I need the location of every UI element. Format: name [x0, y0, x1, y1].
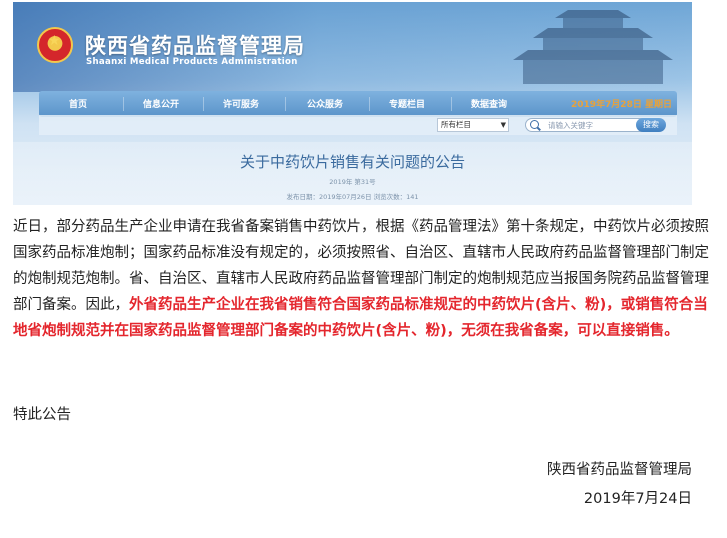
nav-divider — [369, 97, 370, 111]
nav-divider — [123, 97, 124, 111]
nav-public-service[interactable]: 公众服务 — [307, 97, 343, 110]
column-select-value: 所有栏目 — [441, 120, 471, 129]
nav-data-query[interactable]: 数据查询 — [471, 97, 507, 110]
notice-text: 特此公告 — [13, 407, 71, 423]
nav-divider — [285, 97, 286, 111]
national-emblem-icon — [37, 27, 73, 63]
signature-date: 2019年7月24日 — [583, 491, 692, 507]
nav-home[interactable]: 首页 — [69, 97, 87, 110]
article-body: 近日，部分药品生产企业申请在我省备案销售中药饮片，根据《药品管理法》第十条规定，… — [13, 214, 710, 344]
article-meta: 发布日期：2019年07月26日 浏览次数：141 — [286, 193, 419, 201]
search-icon — [530, 120, 539, 129]
nav-divider — [203, 97, 204, 111]
article-screenshot: 陕西省药品监督管理局 Shaanxi Medical Products Admi… — [13, 2, 692, 205]
search-placeholder: 请输入关键字 — [548, 121, 593, 130]
nav-divider — [451, 97, 452, 111]
chevron-down-icon: ▼ — [500, 121, 506, 129]
site-subtitle: Shaanxi Medical Products Administration — [86, 57, 298, 67]
article-title: 关于中药饮片销售有关问题的公告 — [239, 153, 465, 171]
nav-topics[interactable]: 专题栏目 — [389, 97, 425, 110]
site-title: 陕西省药品监督管理局 — [85, 34, 305, 58]
nav-info-public[interactable]: 信息公开 — [143, 97, 179, 110]
main-nav: 首页 信息公开 许可服务 公众服务 专题栏目 数据查询 2019年7月28日 星… — [39, 91, 677, 117]
signature-org: 陕西省药品监督管理局 — [547, 462, 692, 478]
search-button[interactable]: 搜索 — [636, 118, 666, 132]
search-bar: 所有栏目 ▼ 请输入关键字 搜索 — [39, 115, 677, 135]
drum-tower-illustration — [513, 10, 673, 84]
column-select[interactable]: 所有栏目 ▼ — [437, 118, 509, 132]
current-date: 2019年7月28日 星期日 — [571, 100, 672, 110]
article-number: 2019年 第31号 — [329, 178, 376, 186]
nav-license-service[interactable]: 许可服务 — [223, 97, 259, 110]
